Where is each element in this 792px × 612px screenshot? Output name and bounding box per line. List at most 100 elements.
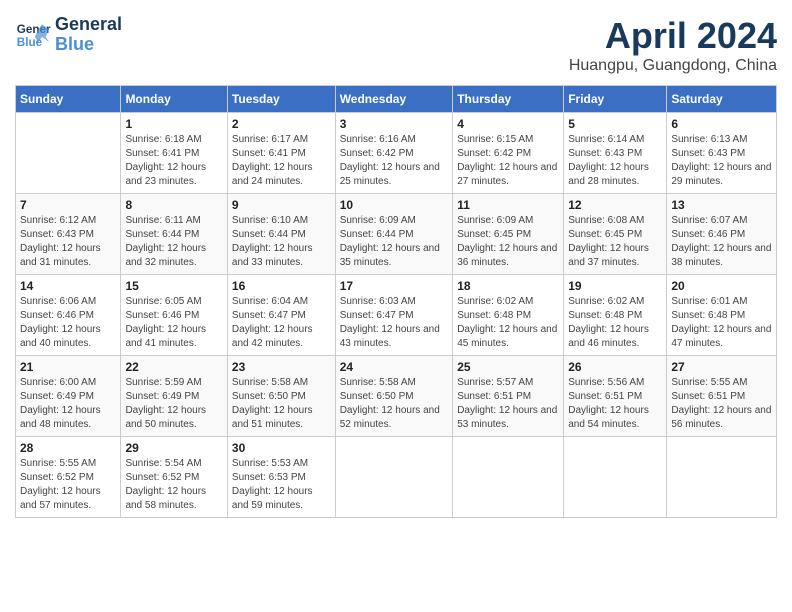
day-number: 26 [568, 360, 662, 374]
calendar-cell: 6 Sunrise: 6:13 AM Sunset: 6:43 PM Daylig… [667, 113, 777, 194]
weekday-header-row: SundayMondayTuesdayWednesdayThursdayFrid… [16, 86, 777, 113]
weekday-header-wednesday: Wednesday [335, 86, 453, 113]
day-info: Sunrise: 5:55 AM Sunset: 6:52 PM Dayligh… [20, 457, 116, 513]
day-info: Sunrise: 6:17 AM Sunset: 6:41 PM Dayligh… [232, 133, 331, 189]
day-number: 25 [457, 360, 559, 374]
day-number: 12 [568, 198, 662, 212]
day-number: 13 [671, 198, 772, 212]
calendar-cell: 15 Sunrise: 6:05 AM Sunset: 6:46 PM Dayli… [121, 275, 227, 356]
day-info: Sunrise: 5:58 AM Sunset: 6:50 PM Dayligh… [340, 376, 449, 432]
day-number: 30 [232, 441, 331, 455]
day-number: 17 [340, 279, 449, 293]
day-number: 6 [671, 117, 772, 131]
calendar-cell: 23 Sunrise: 5:58 AM Sunset: 6:50 PM Dayli… [227, 356, 335, 437]
calendar-table: SundayMondayTuesdayWednesdayThursdayFrid… [15, 85, 777, 518]
logo: General Blue General Blue [15, 15, 122, 55]
week-row-3: 14 Sunrise: 6:06 AM Sunset: 6:46 PM Dayli… [16, 275, 777, 356]
day-info: Sunrise: 6:10 AM Sunset: 6:44 PM Dayligh… [232, 214, 331, 270]
day-number: 16 [232, 279, 331, 293]
day-number: 2 [232, 117, 331, 131]
day-info: Sunrise: 6:07 AM Sunset: 6:46 PM Dayligh… [671, 214, 772, 270]
calendar-cell [16, 113, 121, 194]
day-info: Sunrise: 6:09 AM Sunset: 6:45 PM Dayligh… [457, 214, 559, 270]
calendar-cell: 22 Sunrise: 5:59 AM Sunset: 6:49 PM Dayli… [121, 356, 227, 437]
logo-text-line1: General [55, 15, 122, 35]
day-number: 10 [340, 198, 449, 212]
day-info: Sunrise: 6:04 AM Sunset: 6:47 PM Dayligh… [232, 295, 331, 351]
day-number: 24 [340, 360, 449, 374]
day-info: Sunrise: 6:02 AM Sunset: 6:48 PM Dayligh… [568, 295, 662, 351]
day-info: Sunrise: 6:12 AM Sunset: 6:43 PM Dayligh… [20, 214, 116, 270]
day-info: Sunrise: 6:05 AM Sunset: 6:46 PM Dayligh… [125, 295, 222, 351]
day-number: 28 [20, 441, 116, 455]
day-number: 18 [457, 279, 559, 293]
calendar-cell: 28 Sunrise: 5:55 AM Sunset: 6:52 PM Dayli… [16, 437, 121, 518]
day-number: 5 [568, 117, 662, 131]
calendar-cell [667, 437, 777, 518]
calendar-cell: 10 Sunrise: 6:09 AM Sunset: 6:44 PM Dayli… [335, 194, 453, 275]
day-info: Sunrise: 6:01 AM Sunset: 6:48 PM Dayligh… [671, 295, 772, 351]
weekday-header-tuesday: Tuesday [227, 86, 335, 113]
calendar-cell: 21 Sunrise: 6:00 AM Sunset: 6:49 PM Dayli… [16, 356, 121, 437]
day-number: 20 [671, 279, 772, 293]
day-info: Sunrise: 6:13 AM Sunset: 6:43 PM Dayligh… [671, 133, 772, 189]
day-info: Sunrise: 6:09 AM Sunset: 6:44 PM Dayligh… [340, 214, 449, 270]
month-title: April 2024 [569, 15, 777, 57]
day-number: 14 [20, 279, 116, 293]
title-area: April 2024 Huangpu, Guangdong, China [569, 15, 777, 75]
day-info: Sunrise: 6:18 AM Sunset: 6:41 PM Dayligh… [125, 133, 222, 189]
day-number: 29 [125, 441, 222, 455]
calendar-cell: 4Sunrise: 6:15 AM Sunset: 6:42 PM Daylig… [453, 113, 564, 194]
calendar-cell: 19 Sunrise: 6:02 AM Sunset: 6:48 PM Dayli… [564, 275, 667, 356]
day-number: 19 [568, 279, 662, 293]
calendar-cell: 29 Sunrise: 5:54 AM Sunset: 6:52 PM Dayli… [121, 437, 227, 518]
day-number: 11 [457, 198, 559, 212]
day-number: 1 [125, 117, 222, 131]
calendar-cell: 1 Sunrise: 6:18 AM Sunset: 6:41 PM Daylig… [121, 113, 227, 194]
calendar-cell: 2 Sunrise: 6:17 AM Sunset: 6:41 PM Daylig… [227, 113, 335, 194]
day-info: Sunrise: 5:59 AM Sunset: 6:49 PM Dayligh… [125, 376, 222, 432]
day-info: Sunrise: 6:14 AM Sunset: 6:43 PM Dayligh… [568, 133, 662, 189]
calendar-cell: 8Sunrise: 6:11 AM Sunset: 6:44 PM Daylig… [121, 194, 227, 275]
day-info: Sunrise: 6:06 AM Sunset: 6:46 PM Dayligh… [20, 295, 116, 351]
day-number: 4 [457, 117, 559, 131]
day-number: 27 [671, 360, 772, 374]
day-number: 3 [340, 117, 449, 131]
week-row-5: 28 Sunrise: 5:55 AM Sunset: 6:52 PM Dayli… [16, 437, 777, 518]
week-row-1: 1 Sunrise: 6:18 AM Sunset: 6:41 PM Daylig… [16, 113, 777, 194]
calendar-cell: 26 Sunrise: 5:56 AM Sunset: 6:51 PM Dayli… [564, 356, 667, 437]
day-number: 22 [125, 360, 222, 374]
day-info: Sunrise: 6:08 AM Sunset: 6:45 PM Dayligh… [568, 214, 662, 270]
day-info: Sunrise: 5:56 AM Sunset: 6:51 PM Dayligh… [568, 376, 662, 432]
weekday-header-thursday: Thursday [453, 86, 564, 113]
day-info: Sunrise: 6:02 AM Sunset: 6:48 PM Dayligh… [457, 295, 559, 351]
weekday-header-sunday: Sunday [16, 86, 121, 113]
day-number: 21 [20, 360, 116, 374]
calendar-cell: 20 Sunrise: 6:01 AM Sunset: 6:48 PM Dayli… [667, 275, 777, 356]
day-number: 9 [232, 198, 331, 212]
calendar-cell: 18 Sunrise: 6:02 AM Sunset: 6:48 PM Dayli… [453, 275, 564, 356]
day-info: Sunrise: 6:03 AM Sunset: 6:47 PM Dayligh… [340, 295, 449, 351]
day-number: 15 [125, 279, 222, 293]
week-row-2: 7 Sunrise: 6:12 AM Sunset: 6:43 PM Daylig… [16, 194, 777, 275]
logo-text-line2: Blue [55, 35, 122, 55]
calendar-cell: 30Sunrise: 5:53 AM Sunset: 6:53 PM Dayli… [227, 437, 335, 518]
weekday-header-monday: Monday [121, 86, 227, 113]
day-info: Sunrise: 5:58 AM Sunset: 6:50 PM Dayligh… [232, 376, 331, 432]
calendar-cell [335, 437, 453, 518]
day-number: 7 [20, 198, 116, 212]
calendar-cell: 7 Sunrise: 6:12 AM Sunset: 6:43 PM Daylig… [16, 194, 121, 275]
day-info: Sunrise: 6:11 AM Sunset: 6:44 PM Dayligh… [125, 214, 222, 270]
day-info: Sunrise: 5:57 AM Sunset: 6:51 PM Dayligh… [457, 376, 559, 432]
calendar-cell: 14 Sunrise: 6:06 AM Sunset: 6:46 PM Dayli… [16, 275, 121, 356]
calendar-cell: 16 Sunrise: 6:04 AM Sunset: 6:47 PM Dayli… [227, 275, 335, 356]
day-info: Sunrise: 5:54 AM Sunset: 6:52 PM Dayligh… [125, 457, 222, 513]
day-number: 23 [232, 360, 331, 374]
calendar-cell [564, 437, 667, 518]
calendar-cell: 27Sunrise: 5:55 AM Sunset: 6:51 PM Dayli… [667, 356, 777, 437]
week-row-4: 21 Sunrise: 6:00 AM Sunset: 6:49 PM Dayli… [16, 356, 777, 437]
header: General Blue General Blue April 2024 Hua… [15, 15, 777, 75]
logo-icon: General Blue [15, 17, 51, 53]
weekday-header-saturday: Saturday [667, 86, 777, 113]
day-info: Sunrise: 6:00 AM Sunset: 6:49 PM Dayligh… [20, 376, 116, 432]
